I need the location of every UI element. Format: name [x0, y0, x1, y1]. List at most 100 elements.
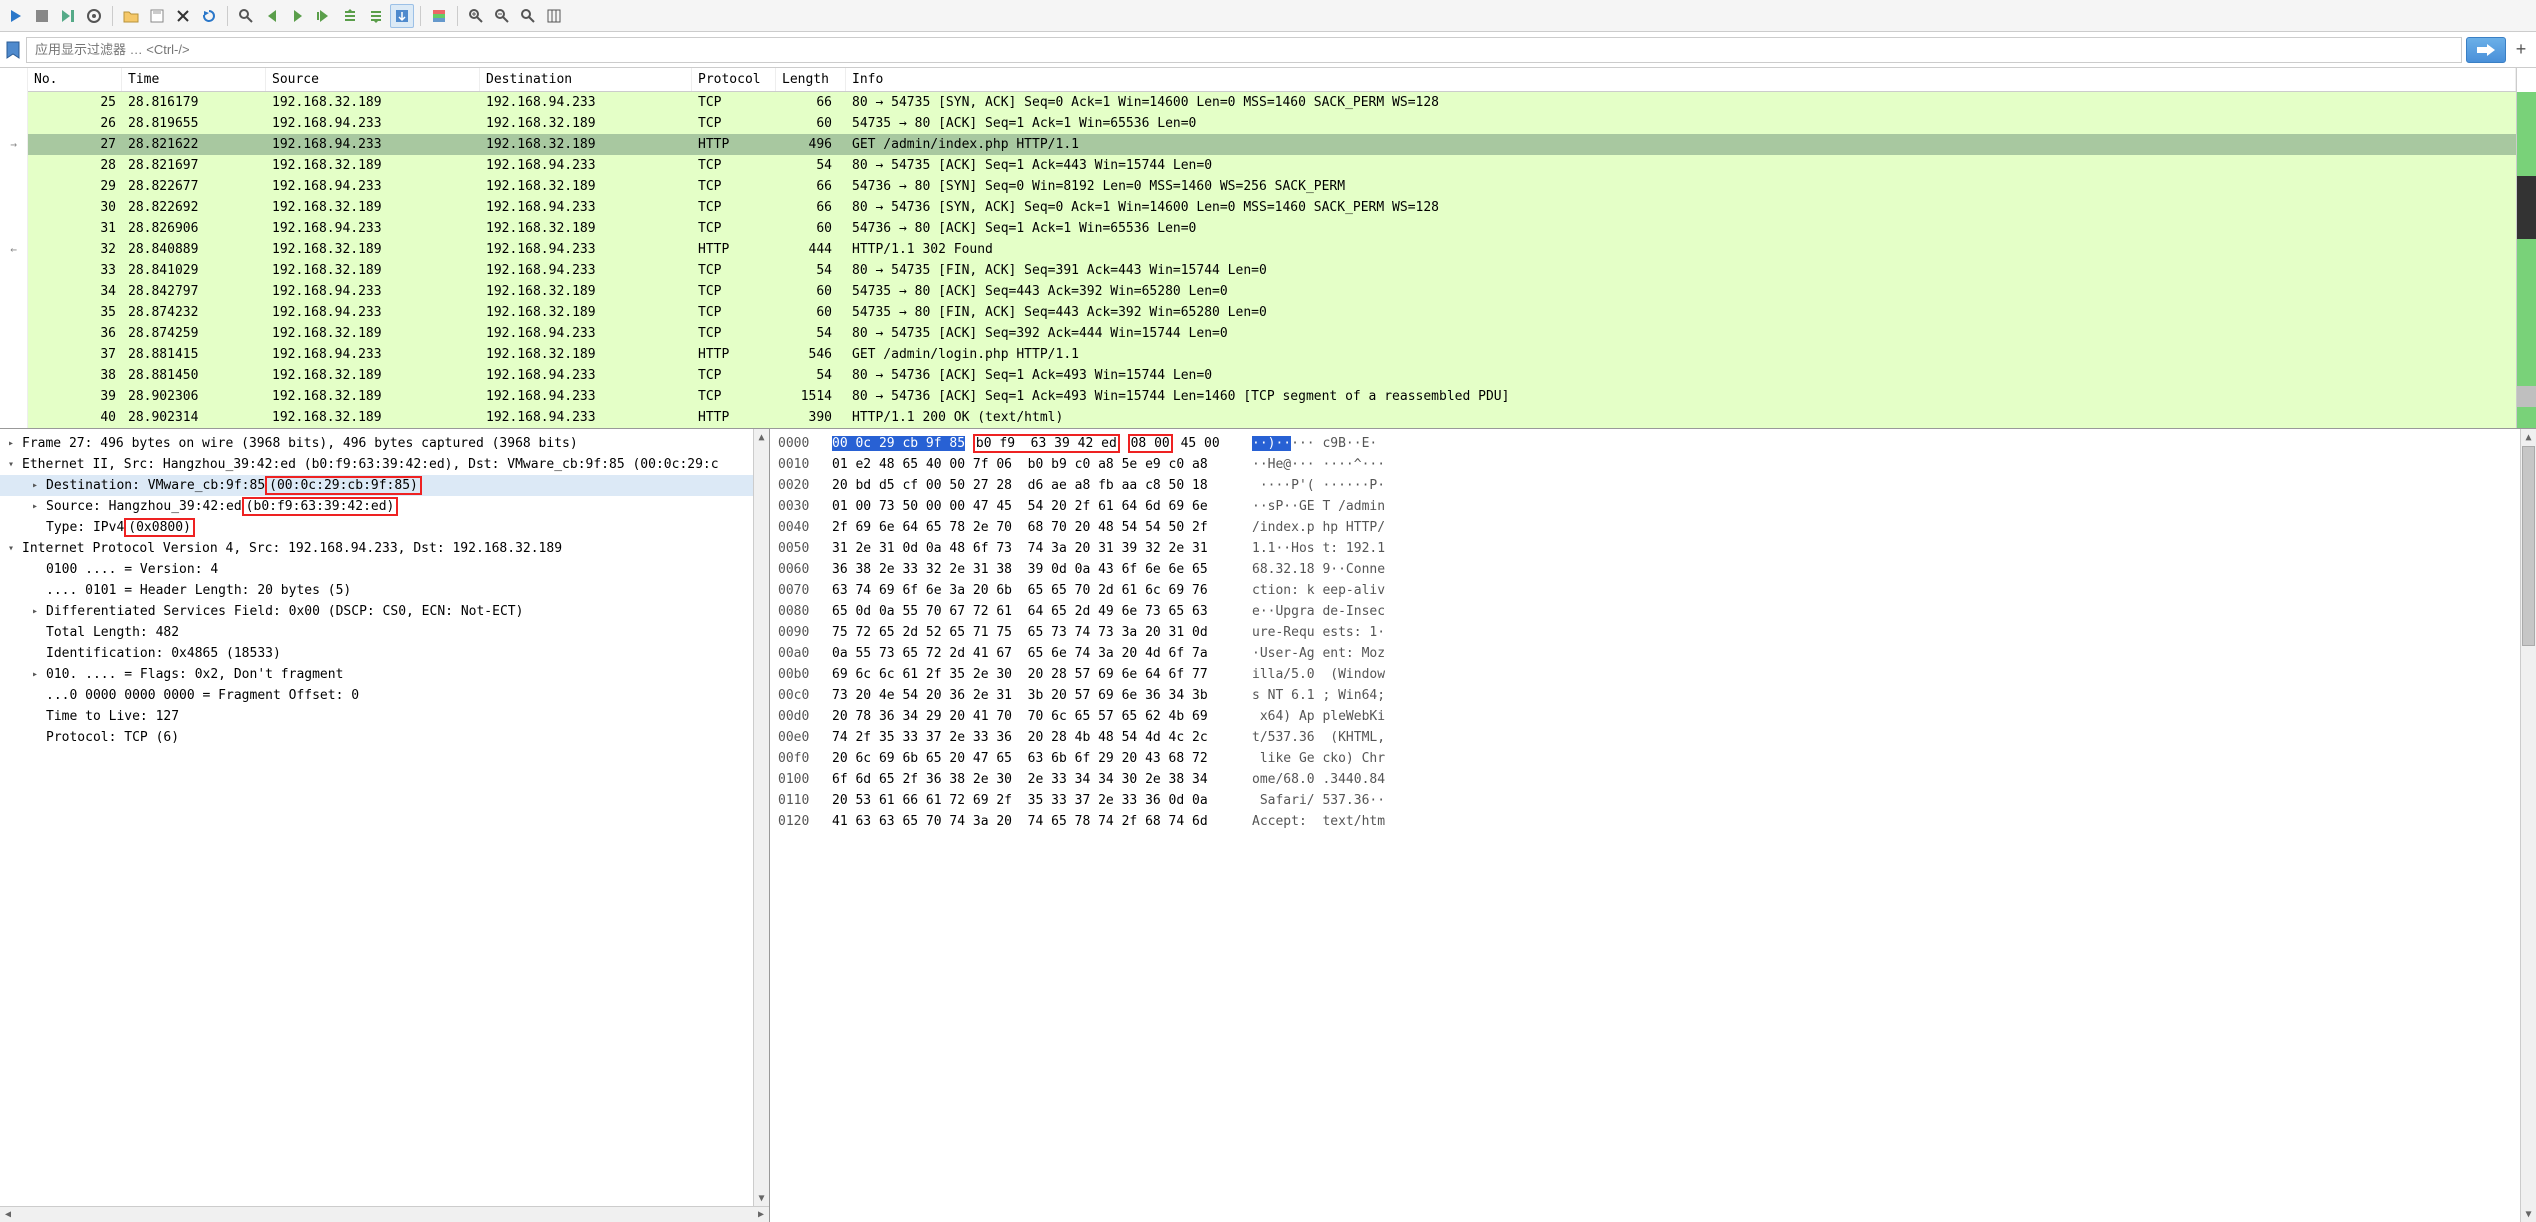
column-source[interactable]: Source — [266, 68, 480, 91]
hex-row[interactable]: 00b069 6c 6c 61 2f 35 2e 30 20 28 57 69 … — [778, 664, 2512, 685]
hex-row[interactable]: 00f020 6c 69 6b 65 20 47 65 63 6b 6f 29 … — [778, 748, 2512, 769]
packet-row[interactable]: 2728.821622192.168.94.233192.168.32.189H… — [28, 134, 2516, 155]
hex-row[interactable]: 00402f 69 6e 64 65 78 2e 70 68 70 20 48 … — [778, 517, 2512, 538]
scroll-right-icon[interactable]: ▶ — [753, 1208, 769, 1222]
hex-row[interactable]: 011020 53 61 66 61 72 69 2f 35 33 37 2e … — [778, 790, 2512, 811]
collapse-icon[interactable]: ▾ — [4, 542, 18, 556]
hex-dump[interactable]: 000000 0c 29 cb 9f 85 b0 f9 63 39 42 ed … — [770, 429, 2520, 1222]
packet-row[interactable]: 2628.819655192.168.94.233192.168.32.189T… — [28, 113, 2516, 134]
column-protocol[interactable]: Protocol — [692, 68, 776, 91]
hex-row[interactable]: 001001 e2 48 65 40 00 7f 06 b0 b9 c0 a8 … — [778, 454, 2512, 475]
packet-row[interactable]: 3028.822692192.168.32.189192.168.94.233T… — [28, 197, 2516, 218]
stop-capture-button[interactable] — [30, 4, 54, 28]
packet-row[interactable]: 3528.874232192.168.94.233192.168.32.189T… — [28, 302, 2516, 323]
expand-icon[interactable]: ▸ — [4, 437, 18, 451]
capture-options-button[interactable] — [82, 4, 106, 28]
hex-vertical-scrollbar[interactable]: ▲ ▼ — [2520, 429, 2536, 1222]
detail-row[interactable]: ▸Destination: VMware_cb:9f:85 (00:0c:29:… — [0, 475, 753, 496]
details-vertical-scrollbar[interactable]: ▲ ▼ — [753, 429, 769, 1206]
apply-filter-button[interactable] — [2466, 37, 2506, 63]
detail-row[interactable]: Total Length: 482 — [0, 622, 753, 643]
zoom-in-button[interactable] — [464, 4, 488, 28]
restart-capture-button[interactable] — [56, 4, 80, 28]
column-time[interactable]: Time — [122, 68, 266, 91]
column-info[interactable]: Info — [846, 68, 2516, 91]
detail-row[interactable]: ▸Source: Hangzhou_39:42:ed (b0:f9:63:39:… — [0, 496, 753, 517]
resize-columns-button[interactable] — [542, 4, 566, 28]
hex-row[interactable]: 000000 0c 29 cb 9f 85 b0 f9 63 39 42 ed … — [778, 433, 2512, 454]
packet-row[interactable]: 3128.826906192.168.94.233192.168.32.189T… — [28, 218, 2516, 239]
detail-row[interactable]: Identification: 0x4865 (18533) — [0, 643, 753, 664]
packet-row[interactable]: 3728.881415192.168.94.233192.168.32.189H… — [28, 344, 2516, 365]
packet-row[interactable]: 3428.842797192.168.94.233192.168.32.189T… — [28, 281, 2516, 302]
packet-row[interactable]: 3228.840889192.168.32.189192.168.94.233H… — [28, 239, 2516, 260]
hex-row[interactable]: 00a00a 55 73 65 72 2d 41 67 65 6e 74 3a … — [778, 643, 2512, 664]
autoscroll-button[interactable] — [390, 4, 414, 28]
detail-row[interactable]: .... 0101 = Header Length: 20 bytes (5) — [0, 580, 753, 601]
hex-row[interactable]: 01006f 6d 65 2f 36 38 2e 30 2e 33 34 34 … — [778, 769, 2512, 790]
hex-row[interactable]: 008065 0d 0a 55 70 67 72 61 64 65 2d 49 … — [778, 601, 2512, 622]
detail-row[interactable]: ▾Ethernet II, Src: Hangzhou_39:42:ed (b0… — [0, 454, 753, 475]
detail-row[interactable]: ▸Differentiated Services Field: 0x00 (DS… — [0, 601, 753, 622]
column-destination[interactable]: Destination — [480, 68, 692, 91]
scroll-down-icon[interactable]: ▼ — [2521, 1206, 2536, 1222]
detail-row[interactable]: 0100 .... = Version: 4 — [0, 559, 753, 580]
go-prev-button[interactable] — [260, 4, 284, 28]
hex-row[interactable]: 003001 00 73 50 00 00 47 45 54 20 2f 61 … — [778, 496, 2512, 517]
details-tree[interactable]: ▸Frame 27: 496 bytes on wire (3968 bits)… — [0, 429, 753, 1206]
save-file-button[interactable] — [145, 4, 169, 28]
scroll-up-icon[interactable]: ▲ — [2521, 429, 2536, 445]
close-file-button[interactable] — [171, 4, 195, 28]
go-first-button[interactable] — [338, 4, 362, 28]
detail-row[interactable]: Time to Live: 127 — [0, 706, 753, 727]
hex-row[interactable]: 009075 72 65 2d 52 65 71 75 65 73 74 73 … — [778, 622, 2512, 643]
expand-icon[interactable]: ▸ — [28, 668, 42, 682]
column-length[interactable]: Length — [776, 68, 846, 91]
hex-row[interactable]: 00e074 2f 35 33 37 2e 33 36 20 28 4b 48 … — [778, 727, 2512, 748]
scroll-up-icon[interactable]: ▲ — [754, 429, 769, 445]
scroll-left-icon[interactable]: ◀ — [0, 1208, 16, 1222]
detail-row[interactable]: Type: IPv4 (0x0800) — [0, 517, 753, 538]
details-horizontal-scrollbar[interactable]: ◀ ▶ — [0, 1206, 769, 1222]
go-last-button[interactable] — [364, 4, 388, 28]
detail-row[interactable]: Protocol: TCP (6) — [0, 727, 753, 748]
scrollbar-thumb[interactable] — [2522, 446, 2535, 646]
detail-row[interactable]: ▸Frame 27: 496 bytes on wire (3968 bits)… — [0, 433, 753, 454]
hex-row[interactable]: 00d020 78 36 34 29 20 41 70 70 6c 65 57 … — [778, 706, 2512, 727]
packet-list-body[interactable]: 2528.816179192.168.32.189192.168.94.233T… — [28, 92, 2516, 428]
packet-row[interactable]: 2928.822677192.168.94.233192.168.32.189T… — [28, 176, 2516, 197]
zoom-reset-button[interactable] — [516, 4, 540, 28]
detail-row[interactable]: ▾Internet Protocol Version 4, Src: 192.1… — [0, 538, 753, 559]
packet-row[interactable]: 4028.902314192.168.32.189192.168.94.233H… — [28, 407, 2516, 428]
hex-row[interactable]: 012041 63 63 65 70 74 3a 20 74 65 78 74 … — [778, 811, 2512, 832]
detail-row[interactable]: ▸010. .... = Flags: 0x2, Don't fragment — [0, 664, 753, 685]
add-filter-button[interactable]: + — [2510, 37, 2532, 63]
hex-row[interactable]: 00c073 20 4e 54 20 36 2e 31 3b 20 57 69 … — [778, 685, 2512, 706]
packet-row[interactable]: 3328.841029192.168.32.189192.168.94.233T… — [28, 260, 2516, 281]
find-button[interactable] — [234, 4, 258, 28]
jump-packet-button[interactable] — [312, 4, 336, 28]
detail-row[interactable]: ...0 0000 0000 0000 = Fragment Offset: 0 — [0, 685, 753, 706]
reload-button[interactable] — [197, 4, 221, 28]
hex-row[interactable]: 002020 bd d5 cf 00 50 27 28 d6 ae a8 fb … — [778, 475, 2512, 496]
hex-row[interactable]: 006036 38 2e 33 32 2e 31 38 39 0d 0a 43 … — [778, 559, 2512, 580]
bookmark-icon[interactable] — [4, 39, 22, 61]
start-capture-button[interactable] — [4, 4, 28, 28]
packet-row[interactable]: 2528.816179192.168.32.189192.168.94.233T… — [28, 92, 2516, 113]
scroll-down-icon[interactable]: ▼ — [754, 1190, 769, 1206]
hex-row[interactable]: 005031 2e 31 0d 0a 48 6f 73 74 3a 20 31 … — [778, 538, 2512, 559]
go-next-button[interactable] — [286, 4, 310, 28]
zoom-out-button[interactable] — [490, 4, 514, 28]
expand-icon[interactable]: ▸ — [28, 500, 42, 514]
expand-icon[interactable]: ▸ — [28, 605, 42, 619]
display-filter-input[interactable] — [26, 37, 2462, 63]
packet-row[interactable]: 2828.821697192.168.32.189192.168.94.233T… — [28, 155, 2516, 176]
open-file-button[interactable] — [119, 4, 143, 28]
packet-row[interactable]: 3928.902306192.168.32.189192.168.94.233T… — [28, 386, 2516, 407]
hex-row[interactable]: 007063 74 69 6f 6e 3a 20 6b 65 65 70 2d … — [778, 580, 2512, 601]
packet-row[interactable]: 3628.874259192.168.32.189192.168.94.233T… — [28, 323, 2516, 344]
packet-list-header[interactable]: No. Time Source Destination Protocol Len… — [28, 68, 2516, 92]
packet-row[interactable]: 3828.881450192.168.32.189192.168.94.233T… — [28, 365, 2516, 386]
collapse-icon[interactable]: ▾ — [4, 458, 18, 472]
column-no[interactable]: No. — [28, 68, 122, 91]
